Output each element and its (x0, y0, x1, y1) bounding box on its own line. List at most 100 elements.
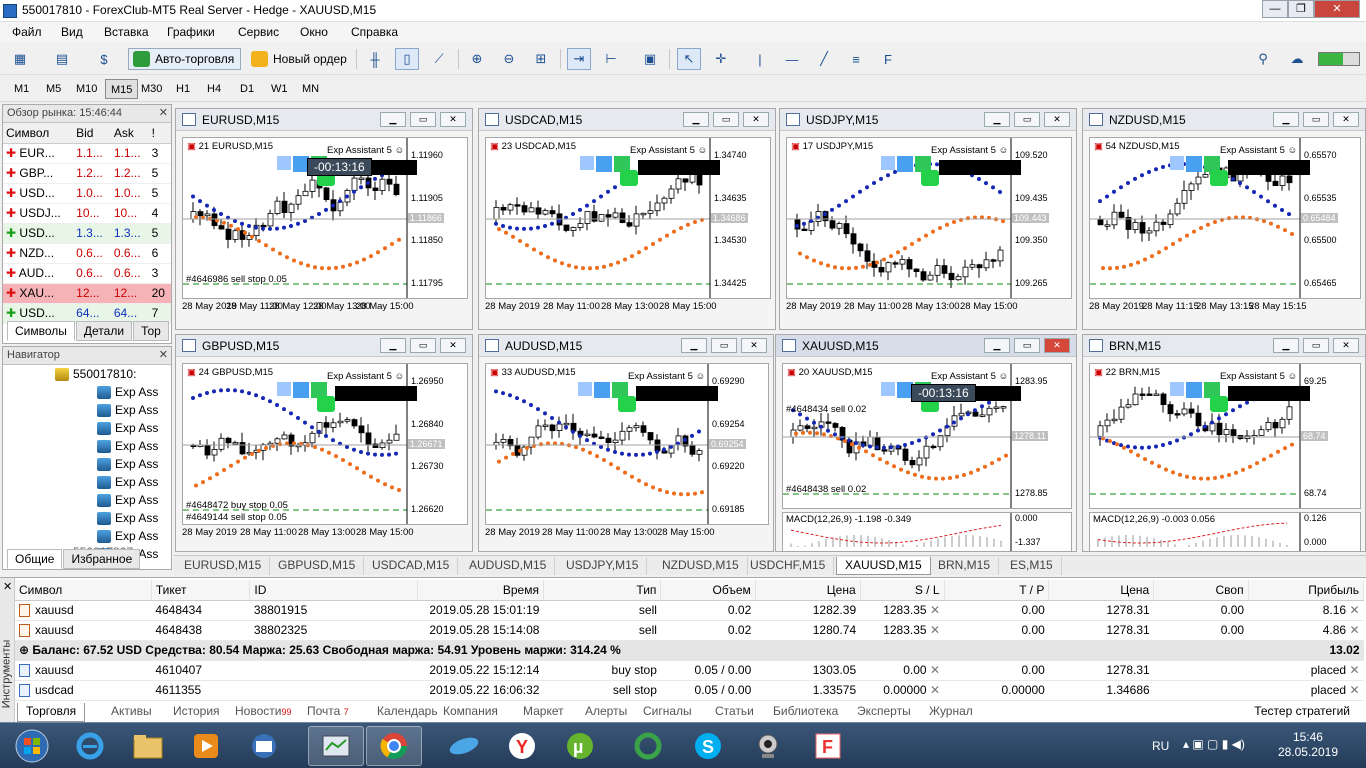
chart-window[interactable]: USDCAD,M15 ▁ ▭ ✕ ▣ 23 USDCAD,M15 Exp Assistan… (478, 108, 776, 330)
chart-window[interactable]: USDJPY,M15 ▁ ▭ ✕ ▣ 17 USDJPY,M15 Exp Assistan… (779, 108, 1077, 330)
price-chart[interactable]: ▣ 33 AUDUSD,M15 Exp Assistant 5 ☺ 0.69290 0… (485, 363, 769, 525)
line-chart-icon[interactable]: ⟋ (427, 48, 451, 70)
toolbox-tab[interactable]: Новости99 (227, 703, 299, 722)
price-chart[interactable]: ▣ 23 USDCAD,M15 Exp Assistant 5 ☺ 1.34740 1… (485, 137, 771, 299)
trade-row[interactable]: xauusd 4610407 2019.05.22 15:12:14 buy stop… (15, 660, 1364, 681)
autoscroll-icon[interactable]: ⇥ (567, 48, 591, 70)
chart-window-titlebar[interactable]: BRN,M15 ▁ ▭ ✕ (1083, 335, 1365, 357)
templates-icon[interactable]: ▣ (638, 48, 662, 70)
ea-status-icon[interactable] (1210, 396, 1228, 412)
market-watch-row[interactable]: ✚ USD... 1.0... 1.0... 5 (3, 183, 171, 204)
nav-expert-item[interactable]: Exp Ass (97, 439, 158, 454)
panel-button[interactable] (293, 382, 309, 398)
trade-col-header[interactable]: Прибыль (1248, 580, 1365, 601)
maximize-button[interactable]: ▭ (711, 338, 737, 353)
market-watch-row[interactable]: ✚ GBP... 1.2... 1.2... 5 (3, 163, 171, 184)
market-watch-row[interactable]: ✚ USD... 64... 64... 7 (3, 303, 171, 324)
chrome-icon[interactable] (366, 726, 422, 766)
market-watch-row[interactable]: ✚ EUR... 1.1... 1.1... 3 (3, 143, 171, 164)
chart-tab[interactable]: EURUSD,M15 (176, 557, 271, 575)
close-button[interactable]: ✕ (741, 338, 767, 353)
tab-symbols[interactable]: Символы (7, 321, 75, 341)
chart-tab[interactable]: USDJPY,M15 (558, 557, 648, 575)
trade-col-header[interactable]: Тикет (151, 580, 251, 601)
market-watch-row[interactable]: ✚ XAU... 12... 12... 20 (3, 283, 171, 304)
nav-expert-item[interactable]: Exp Ass (97, 475, 158, 490)
utorrent-icon[interactable]: µ (552, 726, 608, 766)
trade-col-header[interactable]: ID (249, 580, 419, 601)
yandex-icon[interactable]: Y (494, 726, 550, 766)
search-icon[interactable]: ⚲ (1251, 48, 1275, 70)
tab-ticks[interactable]: Тор (133, 321, 169, 341)
maximize-button[interactable]: ▭ (410, 112, 436, 127)
col-spread[interactable]: ! (148, 123, 171, 144)
tf-m1[interactable]: M1 (9, 79, 34, 99)
ea-status-icon[interactable] (1210, 170, 1228, 186)
nav-expert-item[interactable]: Exp Ass (97, 421, 158, 436)
price-chart[interactable]: ▣ 24 GBPUSD,M15 Exp Assistant 5 ☺ #4648472… (182, 363, 468, 525)
tab-favorites[interactable]: Избранное (63, 549, 141, 569)
fibonacci-icon[interactable]: ≡ (844, 48, 868, 70)
toolbox-tab[interactable]: Активы (103, 703, 160, 722)
panel-button[interactable] (1170, 156, 1184, 170)
close-icon[interactable]: ✕ (159, 348, 168, 361)
toolbox-tab[interactable]: Журнал (921, 703, 981, 722)
panel-button[interactable] (594, 382, 610, 398)
ea-status-icon[interactable] (620, 170, 638, 186)
forexclub-icon[interactable]: F (800, 726, 856, 766)
nav-expert-item[interactable]: Exp Ass (97, 493, 158, 508)
trendline-icon[interactable]: ╱ (812, 48, 836, 70)
nav-expert-item[interactable]: Exp Ass (97, 457, 158, 472)
media-player-icon[interactable] (178, 726, 234, 766)
language-indicator[interactable]: RU (1152, 739, 1169, 753)
market-watch-row[interactable]: ✚ USD... 1.3... 1.3... 5 (3, 223, 171, 244)
price-chart[interactable]: ▣ 20 XAUUSD,M15 Exp Assistant 5 ☺ -00:13:1… (782, 363, 1072, 509)
maximize-button[interactable]: ▭ (1014, 112, 1040, 127)
chart-window[interactable]: BRN,M15 ▁ ▭ ✕ ▣ 22 BRN,M15 Exp Assistant 5 ☺ 6… (1082, 334, 1366, 565)
tf-d1[interactable]: D1 (235, 79, 259, 99)
close-order-icon[interactable]: ✕ (1349, 663, 1359, 677)
close-button[interactable]: ✕ (440, 112, 466, 127)
panel-button[interactable] (897, 156, 913, 172)
close-icon[interactable]: ✕ (3, 580, 12, 593)
close-order-icon[interactable]: ✕ (930, 663, 940, 677)
tf-m15[interactable]: M15 (105, 79, 139, 99)
tf-h1[interactable]: H1 (171, 79, 195, 99)
autotrade-button[interactable]: Авто-торговля (128, 48, 242, 70)
chart-window[interactable]: XAUUSD,M15 ▁ ▭ ✕ ▣ 20 XAUUSD,M15 Exp Assistan… (775, 334, 1077, 565)
chart-tab[interactable]: AUDUSD,M15 (461, 557, 556, 575)
minimize-button[interactable]: ▁ (1273, 338, 1299, 353)
col-bid[interactable]: Bid (73, 123, 111, 144)
strategy-tester-tab[interactable]: Тестер стратегий (1246, 703, 1358, 722)
tf-w1[interactable]: W1 (266, 79, 293, 99)
tf-mn[interactable]: MN (297, 79, 324, 99)
chart-tab[interactable]: XAUUSD,M15 (836, 557, 931, 575)
trade-col-header[interactable]: Своп (1153, 580, 1249, 601)
panel-button[interactable] (277, 156, 291, 170)
chart-tab[interactable]: USDCHF,M15 (742, 557, 835, 575)
toolbox-tab[interactable]: Эксперты (849, 703, 919, 722)
toolbox-tab[interactable]: Маркет (515, 703, 572, 722)
app-icon[interactable] (436, 726, 492, 766)
bar-chart-icon[interactable]: ╫ (363, 48, 387, 70)
trade-col-header[interactable]: Цена (755, 580, 861, 601)
webcam-icon[interactable] (740, 726, 796, 766)
tile-windows-icon[interactable]: ⊞ (529, 48, 553, 70)
chart-window[interactable]: GBPUSD,M15 ▁ ▭ ✕ ▣ 24 GBPUSD,M15 Exp Assistan… (175, 334, 473, 552)
maximize-button[interactable]: ▭ (713, 112, 739, 127)
menu-help[interactable]: Справка (351, 25, 398, 39)
close-button[interactable]: ✕ (1314, 0, 1360, 18)
trade-col-header[interactable]: Тип (543, 580, 662, 601)
chart-window-titlebar[interactable]: USDCAD,M15 ▁ ▭ ✕ (479, 109, 775, 131)
toolbox-tab[interactable]: Алерты (577, 703, 635, 722)
minimize-button[interactable]: ▁ (681, 338, 707, 353)
tab-details[interactable]: Детали (75, 321, 133, 341)
explorer-icon[interactable] (120, 726, 176, 766)
minimize-button[interactable]: ▁ (1273, 112, 1299, 127)
system-clock[interactable]: 15:46 28.05.2019 (1278, 730, 1338, 760)
toolbox-tab[interactable]: Компания (435, 703, 506, 722)
candlestick-icon[interactable]: ▯ (395, 48, 419, 70)
metatrader-icon[interactable] (308, 726, 364, 766)
mail-icon[interactable] (236, 726, 292, 766)
close-order-icon[interactable]: ✕ (1349, 603, 1359, 617)
